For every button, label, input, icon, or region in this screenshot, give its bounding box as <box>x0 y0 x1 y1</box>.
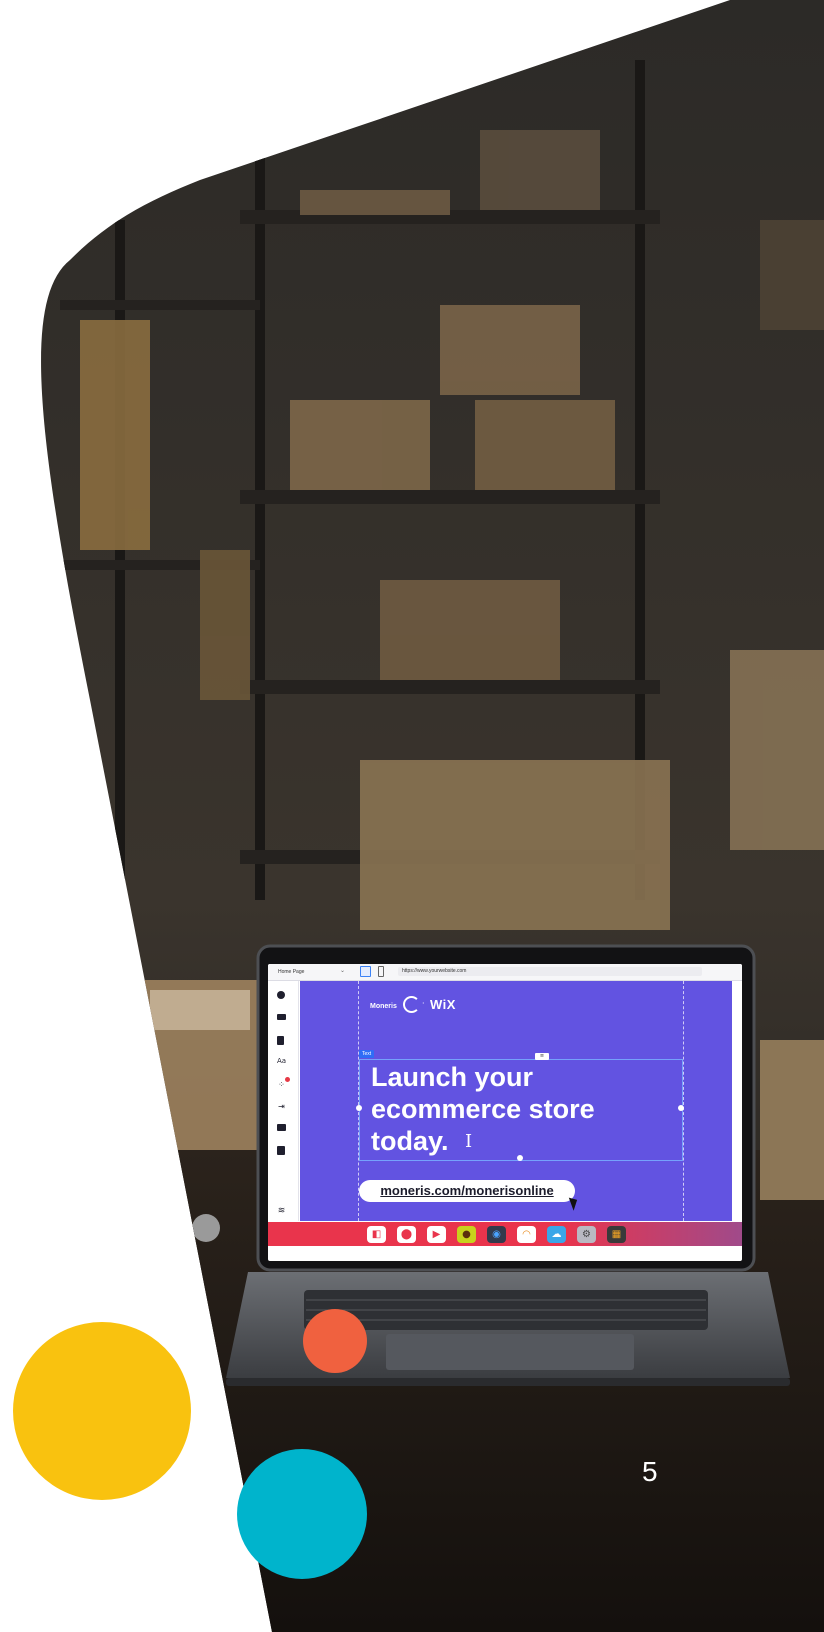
cta-url-button[interactable]: moneris.com/monerisonline <box>359 1180 575 1202</box>
settings-icon[interactable]: ⚙ <box>577 1226 596 1243</box>
calculator-icon[interactable]: ▦ <box>607 1226 626 1243</box>
media-icon[interactable] <box>277 1124 286 1131</box>
page-select[interactable]: Home Page <box>278 969 304 975</box>
logo-separator: · <box>422 999 425 1008</box>
photo-booth-icon[interactable]: ● <box>457 1226 476 1243</box>
wix-logo: WiX <box>430 997 456 1012</box>
apps-icon[interactable]: ⁘ <box>277 1077 290 1089</box>
mobile-view-icon[interactable] <box>378 966 384 977</box>
finder-icon[interactable]: ◧ <box>367 1226 386 1243</box>
laptop-screen: Home Page ⌄ https://www.yourwebsite.com … <box>268 964 742 1261</box>
sections-icon[interactable] <box>277 1014 286 1020</box>
page-number: 5 <box>642 1456 658 1487</box>
teal-circle <box>237 1449 367 1579</box>
text-element-tag: Text <box>359 1050 375 1058</box>
weather-icon[interactable]: ☁ <box>547 1226 566 1243</box>
editor-topbar: Home Page ⌄ https://www.yourwebsite.com <box>268 964 742 981</box>
music-icon[interactable]: ◠ <box>517 1226 536 1243</box>
layers-icon[interactable]: ≋ <box>277 1207 286 1216</box>
moneris-swirl-icon <box>403 996 420 1013</box>
editor-canvas[interactable]: Moneris · WiX Text ≡ Launch your ecommer… <box>300 981 732 1221</box>
video-icon[interactable]: ▶ <box>427 1226 446 1243</box>
align-icon[interactable]: ≡ <box>535 1053 549 1060</box>
cms-icon[interactable] <box>277 1146 285 1155</box>
app-dock: ◧ ⬤ ▶ ● ◉ ◠ ☁ ⚙ ▦ <box>268 1222 742 1246</box>
moneris-logo: Moneris <box>370 1003 397 1010</box>
coral-circle <box>303 1309 367 1373</box>
text-cursor-icon: I <box>465 1131 473 1152</box>
mouse-pointer-icon <box>568 1195 581 1211</box>
right-guide <box>683 981 684 1221</box>
theme-icon[interactable]: Aa <box>277 1057 286 1066</box>
yellow-circle <box>13 1322 191 1500</box>
site-url-field[interactable]: https://www.yourwebsite.com <box>398 967 702 976</box>
warehouse-laptop-photo <box>13 0 824 1632</box>
business-icon[interactable]: ⇥ <box>277 1102 286 1111</box>
camera-icon[interactable]: ◉ <box>487 1226 506 1243</box>
chevron-down-icon[interactable]: ⌄ <box>340 967 345 974</box>
hero-headline[interactable]: Launch your ecommerce store today. <box>371 1061 671 1157</box>
editor-sidebar: Aa ⁘ ⇥ ≋ <box>268 981 299 1221</box>
desktop-view-icon[interactable] <box>360 966 371 977</box>
resize-handle-left[interactable] <box>356 1105 362 1111</box>
resize-handle-right[interactable] <box>678 1105 684 1111</box>
pages-icon[interactable] <box>277 1036 284 1045</box>
add-icon[interactable] <box>277 991 285 999</box>
maps-icon[interactable]: ⬤ <box>397 1226 416 1243</box>
